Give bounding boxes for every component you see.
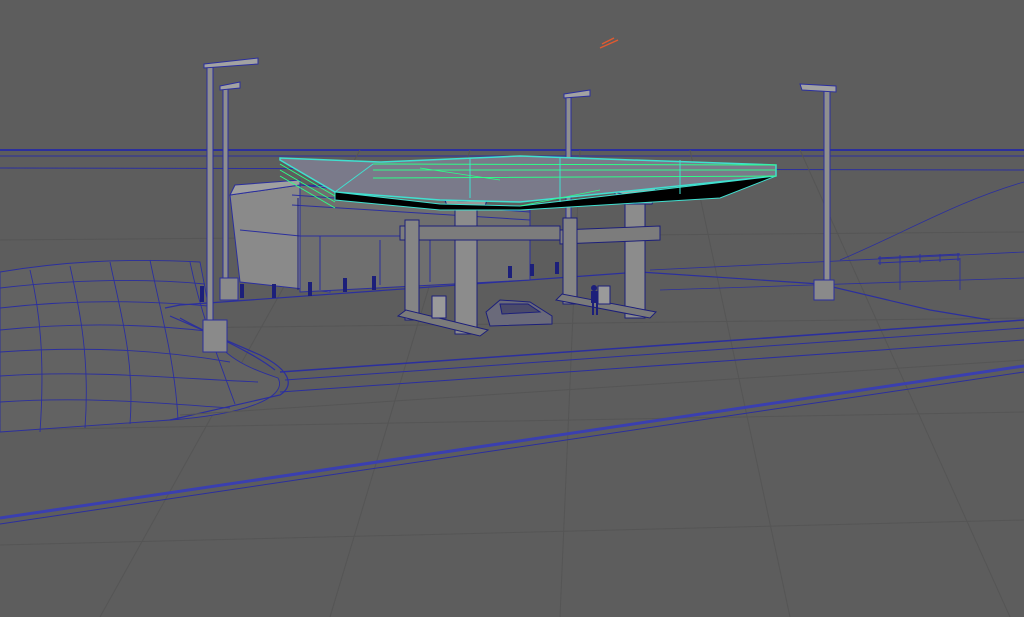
- person: [591, 285, 598, 315]
- street-lamp-4: [799, 83, 837, 301]
- viewport-3d[interactable]: [0, 0, 1024, 617]
- car: [485, 299, 553, 327]
- fence: [877, 253, 961, 265]
- axis-marker: [599, 37, 619, 49]
